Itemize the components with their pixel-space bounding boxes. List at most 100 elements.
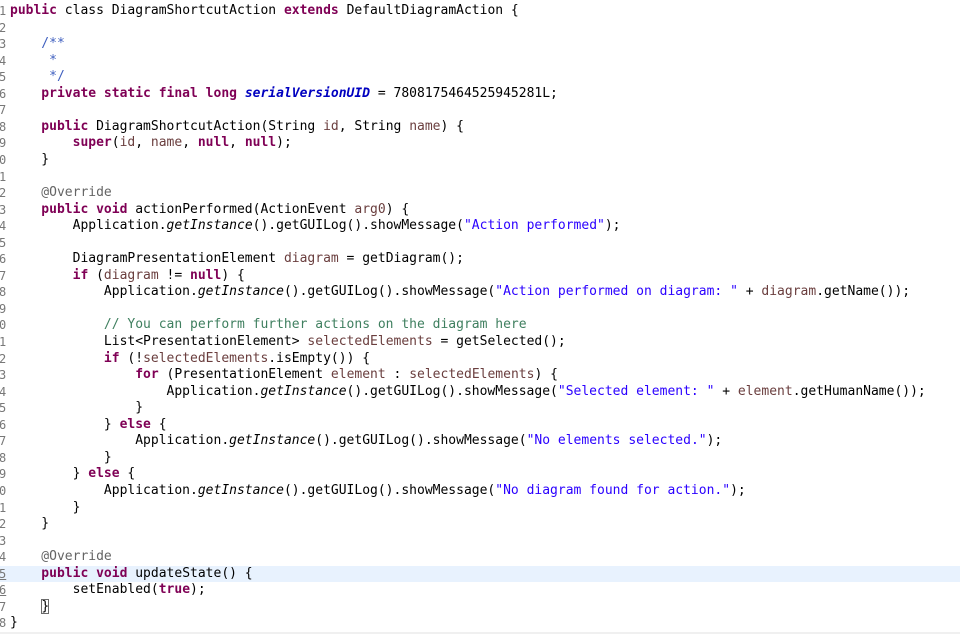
code-text: /** [10,36,65,53]
line-number: 5 [0,566,7,581]
code-line[interactable]: 1 List<PresentationElement> selectedElem… [0,334,960,351]
line-number: 1 [0,4,7,18]
code-line[interactable]: 2 } [0,516,960,533]
code-line[interactable]: 7 Application.getInstance().getGUILog().… [0,433,960,450]
code-token: selectedElements [143,350,269,366]
code-text: List<PresentationElement> selectedElemen… [10,334,566,351]
code-token: ) { [385,201,410,217]
line-number: 9 [0,136,7,151]
code-line[interactable]: 5 public void updateState() { [0,565,960,583]
line-number: 6 [0,86,7,101]
code-line[interactable]: 8} [0,615,960,632]
code-token: } [10,151,50,167]
code-token: if [10,350,128,366]
code-line[interactable]: 2 [0,20,960,37]
code-token: extends [276,3,339,18]
code-token: getInstance [260,383,347,399]
code-token: DefaultDiagramAction { [338,3,519,18]
line-number: 3 [0,202,7,217]
code-line[interactable]: 8 Application.getInstance().getGUILog().… [0,284,960,301]
line-number: 2 [0,351,7,366]
code-line[interactable]: 6 } else { [0,417,960,434]
code-token: name [150,135,183,151]
code-token: arg0 [354,201,386,217]
code-token: null [244,135,277,151]
code-editor[interactable]: 1 public class DiagramShortcutAction exte… [0,0,960,634]
code-line[interactable]: 1 } [0,500,960,517]
line-number: 0 [0,152,7,167]
code-token: else [88,466,128,482]
code-line[interactable]: 6 DiagramPresentationElement diagram = g… [0,251,960,268]
code-line[interactable]: 1 [0,169,960,186]
code-token: "No elements selected." [526,433,707,449]
code-line[interactable]: 5 [0,235,960,252]
code-token: , String [338,118,410,134]
code-token: (! [127,350,144,366]
code-text: Application.getInstance().getGUILog().sh… [10,284,910,301]
line-number: 3 [0,37,7,52]
code-text: } [10,516,49,533]
code-line[interactable]: 7 [0,102,960,119]
code-token: } [10,499,81,515]
code-token: { [127,466,136,482]
code-line[interactable]: 9 [0,301,960,318]
code-line[interactable]: 9 } else { [0,466,960,483]
code-line[interactable]: 7 } [0,598,960,616]
code-token: } [10,449,112,465]
code-token: , [229,135,245,151]
line-number: 8 [0,616,7,631]
code-token: getInstance [197,482,284,498]
code-line[interactable]: 3 for (PresentationElement element : sel… [0,367,960,384]
code-token: } [10,516,50,532]
code-token: Application. [10,218,167,234]
code-line[interactable]: 8 } [0,450,960,467]
line-number: 7 [0,268,7,283]
line-number: 9 [0,301,7,316]
code-token: /** [10,36,65,52]
code-line[interactable]: 3 [0,533,960,550]
code-line[interactable]: 1 public class DiagramShortcutAction exte… [0,3,960,20]
line-number: 1 [0,169,7,184]
code-token: updateState() { [135,565,253,581]
code-text: } [10,400,143,417]
code-line[interactable]: 6 private static final long serialVersio… [0,86,960,103]
code-token: = 7808175464525945281L; [370,85,558,101]
code-token: public void [10,201,136,217]
code-line[interactable]: 9 super(id, name, null, null); [0,135,960,152]
code-line[interactable]: 0 } [0,152,960,169]
code-token: @Override [10,549,112,565]
code-token: public [10,118,97,134]
code-token: serialVersionUID [244,85,371,101]
code-text: */ [10,69,65,86]
code-token: else [119,416,159,432]
code-token: (PresentationElement [166,367,331,383]
code-line[interactable]: 6 setEnabled(true); [0,582,960,599]
code-line[interactable]: 2 if (!selectedElements.isEmpty()) { [0,351,960,368]
line-number: 8 [0,285,7,300]
code-token: } [10,466,89,482]
code-text: @Override [10,185,111,202]
code-line[interactable]: 7 if (diagram != null) { [0,268,960,285]
code-line[interactable]: 3 /** [0,36,960,53]
code-token: selectedElements [307,334,433,349]
code-line[interactable]: 3 public void actionPerformed(ActionEven… [0,202,960,219]
code-line[interactable]: 0 Application.getInstance().getGUILog().… [0,483,960,500]
code-line[interactable]: 4 @Override [0,549,960,566]
code-line[interactable]: 4 Application.getInstance().getGUILog().… [0,218,960,235]
code-text: public DiagramShortcutAction(String id, … [10,119,464,136]
code-text: public void updateState() { [10,565,253,583]
code-line[interactable]: 4 Application.getInstance().getGUILog().… [0,384,960,401]
line-number: 3 [0,533,7,548]
line-number: 0 [0,483,7,498]
code-text: } [10,450,112,467]
code-token: ().getGUILog().showMessage( [252,218,464,234]
code-token: getInstance [229,433,316,449]
code-line[interactable]: 4 * [0,53,960,70]
code-line[interactable]: 5 } [0,400,960,417]
code-token: , [182,135,198,151]
code-line[interactable]: 5 */ [0,69,960,86]
code-line[interactable]: 0 // You can perform further actions on … [0,317,960,334]
code-text: } else { [10,417,167,434]
code-line[interactable]: 2 @Override [0,185,960,202]
code-line[interactable]: 8 public DiagramShortcutAction(String id… [0,119,960,136]
